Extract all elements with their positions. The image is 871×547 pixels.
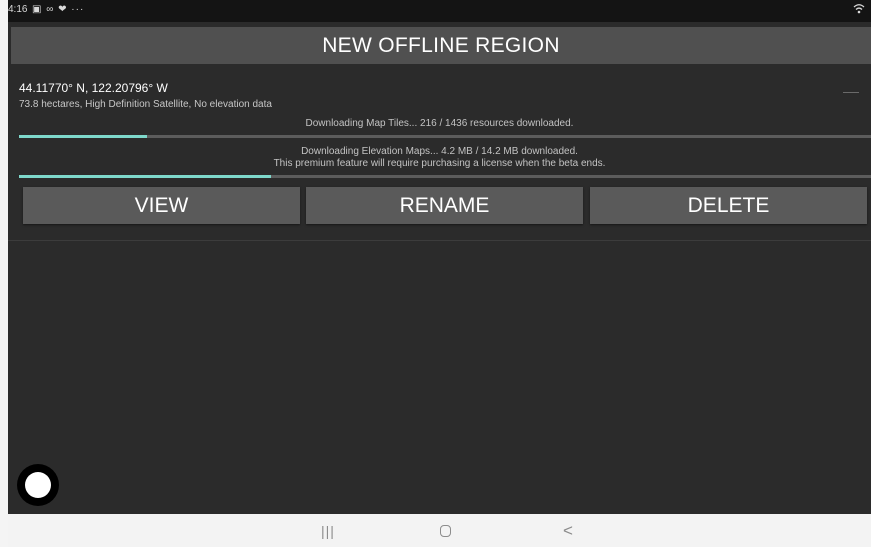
elevation-progress-bar xyxy=(19,175,871,178)
back-button[interactable]: < xyxy=(563,521,573,541)
delete-button[interactable]: DELETE xyxy=(590,187,867,224)
region-details: 73.8 hectares, High Definition Satellite… xyxy=(19,99,272,110)
rename-button[interactable]: RENAME xyxy=(306,187,583,224)
notification-icons: ▣ ∞ ❤ ··· xyxy=(32,4,85,15)
tiles-progress-fill xyxy=(19,135,147,138)
status-bar: 4:16 ▣ ∞ ❤ ··· xyxy=(8,0,871,22)
tiles-status-text: Downloading Map Tiles... 216 / 1436 reso… xyxy=(305,118,574,129)
overflow-dash xyxy=(843,92,859,93)
list-divider xyxy=(8,240,871,241)
elevation-progress-fill xyxy=(19,175,272,178)
tiles-progress-bar xyxy=(19,135,871,138)
recent-apps-button[interactable]: ||| xyxy=(321,523,335,539)
status-time: 4:16 xyxy=(8,4,28,15)
circle-icon xyxy=(25,472,51,498)
region-coordinates: 44.11770° N, 122.20796° W xyxy=(19,81,168,95)
action-buttons: VIEW RENAME DELETE xyxy=(23,187,868,224)
home-button[interactable] xyxy=(440,525,451,537)
wifi-icon xyxy=(853,3,865,17)
elevation-status-text: Downloading Elevation Maps... 4.2 MB / 1… xyxy=(301,146,578,157)
license-notice-text: This premium feature will require purcha… xyxy=(273,158,606,169)
app-screen: 4:16 ▣ ∞ ❤ ··· NEW OFFLINE REGION 44.117… xyxy=(8,0,871,547)
view-button[interactable]: VIEW xyxy=(23,187,300,224)
system-nav-bar: ||| < xyxy=(8,514,871,547)
floating-circle-button[interactable] xyxy=(17,464,59,506)
page-title: NEW OFFLINE REGION xyxy=(11,27,871,64)
